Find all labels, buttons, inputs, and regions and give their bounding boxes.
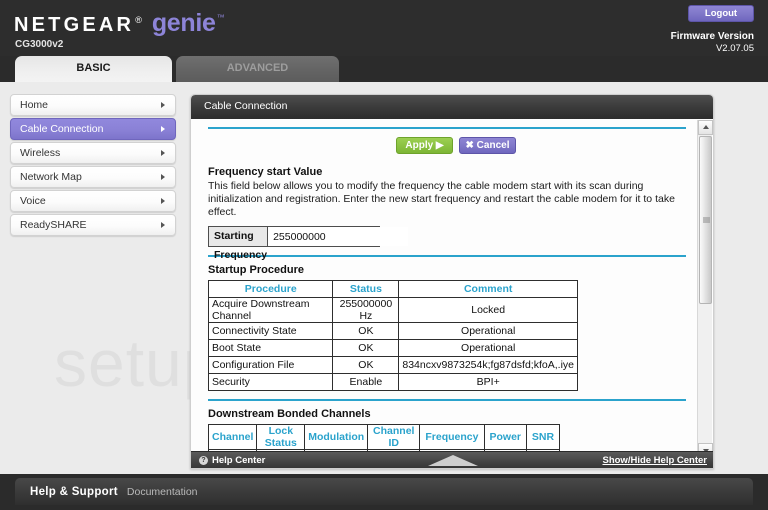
sidebar-nav: Home Cable Connection Wireless Network M…: [10, 94, 176, 238]
cell-status: Enable: [332, 373, 400, 391]
panel-scrollbar[interactable]: [697, 120, 713, 458]
chevron-right-icon: [161, 222, 165, 228]
content-panel: Cable Connection Apply ▶ ✖ Cancel Freque…: [190, 94, 714, 469]
cell-status: 255000000 Hz: [332, 297, 400, 323]
sidebar-item-network-map[interactable]: Network Map: [10, 166, 176, 188]
cell-comment: BPI+: [398, 373, 578, 391]
firmware-version-label: Firmware Version: [670, 31, 754, 42]
starting-frequency-input[interactable]: [267, 227, 409, 246]
divider-mid: [208, 255, 686, 257]
help-center-label: Help Center: [212, 455, 266, 466]
sidebar-item-label: Voice: [20, 195, 46, 207]
cell-comment: 834ncxv9873254k;fg87dsfd;kfoA,.iye: [398, 356, 578, 374]
sidebar-item-voice[interactable]: Voice: [10, 190, 176, 212]
sidebar-item-label: Cable Connection: [20, 123, 104, 135]
table-row: Acquire Downstream Channel 255000000 Hz …: [207, 297, 578, 323]
scrollbar-grip-icon: [703, 217, 710, 223]
sidebar-item-readyshare[interactable]: ReadySHARE: [10, 214, 176, 236]
cell-comment: Operational: [398, 339, 578, 357]
scroll-up-arrow-icon[interactable]: [698, 120, 713, 135]
frequency-section-description: This field below allows you to modify th…: [208, 180, 675, 218]
chevron-right-icon: [161, 150, 165, 156]
cell-procedure: Acquire Downstream Channel: [207, 297, 334, 323]
panel-scroll-viewport: Apply ▶ ✖ Cancel Frequency start Value T…: [191, 119, 713, 459]
brand-trademark-mark: ™: [216, 13, 225, 22]
scrollbar-thumb[interactable]: [699, 136, 712, 304]
tab-advanced[interactable]: ADVANCED: [176, 56, 339, 82]
cell-comment: Operational: [398, 322, 578, 340]
column-header-frequency: Frequency: [419, 424, 485, 450]
startup-procedure-table: Procedure Status Comment Acquire Downstr…: [207, 280, 578, 391]
page-body: setuprouter Home Cable Connection Wirele…: [0, 82, 768, 474]
column-header-channel-id: Channel ID: [367, 424, 421, 450]
frequency-section-title: Frequency start Value: [208, 166, 323, 178]
chevron-right-icon: [161, 102, 165, 108]
documentation-link[interactable]: Documentation: [127, 486, 198, 498]
show-hide-help-center-link[interactable]: Show/Hide Help Center: [602, 452, 707, 468]
divider-top: [208, 127, 686, 129]
table-row: Security Enable BPI+: [207, 373, 578, 391]
app-header: NETGEAR ® genie ™ CG3000v2 Logout Firmwa…: [0, 0, 768, 56]
router-model-label: CG3000v2: [15, 39, 64, 50]
cell-status: OK: [332, 356, 400, 374]
cell-procedure: Security: [207, 373, 334, 391]
cell-procedure: Connectivity State: [207, 322, 334, 340]
column-header-status: Status: [332, 280, 400, 298]
starting-frequency-label: Starting Frequency: [209, 227, 267, 261]
sidebar-item-label: Network Map: [20, 171, 82, 183]
page-footer: Help & Support Documentation: [0, 474, 768, 510]
sidebar-item-home[interactable]: Home: [10, 94, 176, 116]
column-header-channel: Channel: [207, 424, 258, 450]
downstream-bonded-channels-title: Downstream Bonded Channels: [208, 408, 371, 420]
sidebar-item-label: Wireless: [20, 147, 61, 159]
action-button-row: Apply ▶ ✖ Cancel: [205, 137, 682, 159]
cell-status: OK: [332, 339, 400, 357]
column-header-modulation: Modulation: [304, 424, 369, 450]
help-support-title: Help & Support: [30, 485, 118, 498]
sidebar-item-cable-connection[interactable]: Cable Connection: [10, 118, 176, 140]
chevron-right-icon: [161, 126, 165, 132]
sidebar-item-label: Home: [20, 99, 49, 111]
firmware-version-value: V2.07.05: [715, 43, 754, 54]
expand-caret-icon[interactable]: [428, 455, 478, 466]
logout-button[interactable]: Logout: [688, 5, 754, 22]
help-center-button[interactable]: ? Help Center: [199, 452, 266, 468]
panel-content: Apply ▶ ✖ Cancel Frequency start Value T…: [191, 119, 696, 459]
help-center-bar: ? Help Center Show/Hide Help Center: [191, 451, 713, 468]
main-tab-bar: BASIC ADVANCED: [0, 56, 768, 82]
footer-bar: Help & Support Documentation: [15, 478, 753, 505]
table-row: Connectivity State OK Operational: [207, 322, 578, 340]
table-header-row: Channel Lock Status Modulation Channel I…: [207, 424, 560, 450]
column-header-comment: Comment: [398, 280, 578, 298]
chevron-right-icon: [161, 174, 165, 180]
apply-button[interactable]: Apply ▶: [396, 137, 453, 154]
chevron-right-icon: [161, 198, 165, 204]
sidebar-item-label: ReadySHARE: [20, 219, 87, 231]
startup-procedure-title: Startup Procedure: [208, 264, 304, 276]
cell-procedure: Boot State: [207, 339, 334, 357]
brand-genie-text: genie: [151, 9, 216, 37]
panel-title: Cable Connection: [191, 95, 713, 119]
table-header-row: Procedure Status Comment: [207, 280, 578, 298]
table-row: Configuration File OK 834ncxv9873254k;fg…: [207, 356, 578, 374]
cell-procedure: Configuration File: [207, 356, 334, 374]
tab-basic[interactable]: BASIC: [15, 56, 172, 82]
divider-bottom: [208, 399, 686, 401]
brand-netgear-text: NETGEAR: [14, 14, 135, 36]
sidebar-item-wireless[interactable]: Wireless: [10, 142, 176, 164]
table-row: Boot State OK Operational: [207, 339, 578, 357]
column-header-lock-status: Lock Status: [256, 424, 306, 450]
brand-registered-mark: ®: [135, 15, 142, 25]
column-header-power: Power: [483, 424, 528, 450]
brand-logo: NETGEAR ® genie ™: [14, 9, 225, 38]
cancel-button[interactable]: ✖ Cancel: [459, 137, 516, 154]
cell-status: OK: [332, 322, 400, 340]
cell-comment: Locked: [398, 297, 578, 323]
column-header-snr: SNR: [526, 424, 560, 450]
column-header-procedure: Procedure: [207, 280, 334, 298]
question-mark-icon: ?: [199, 456, 208, 465]
starting-frequency-field-group: Starting Frequency: [208, 226, 409, 261]
